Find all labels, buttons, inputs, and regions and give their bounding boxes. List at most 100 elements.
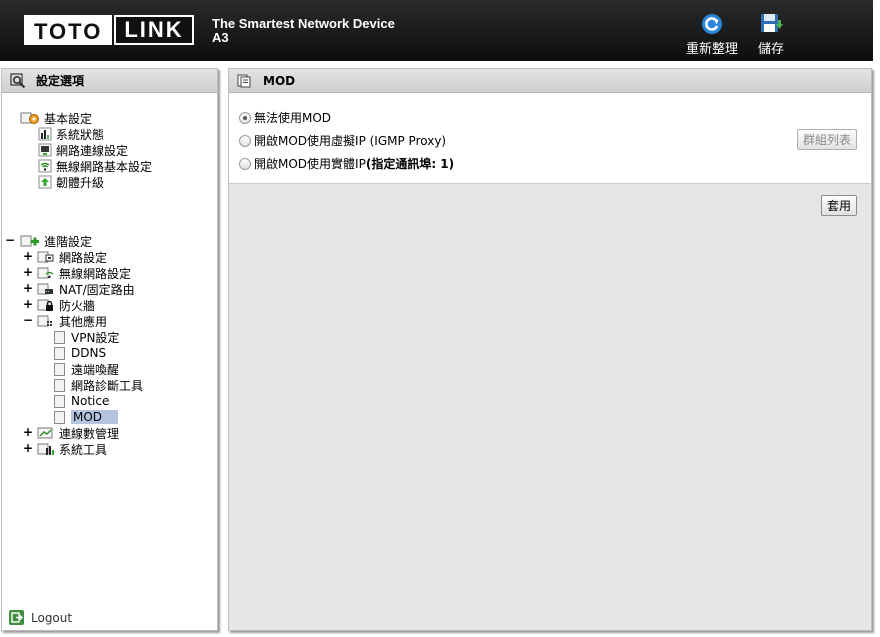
sidebar-item-firewall[interactable]: 防火牆 [37,297,95,313]
main-panel-header: MOD [229,69,871,93]
sidebar-item-label: 無線網路設定 [59,266,132,281]
logout-icon [9,610,24,625]
logout-button[interactable]: Logout [8,609,72,626]
page-title: MOD [263,73,296,88]
wifi-icon [38,159,52,173]
sidebar-item-network-connection[interactable]: 網路連線設定 [38,142,128,158]
tree-collapse-toggle[interactable]: − [23,313,33,327]
mod-igmp-proxy-label: 開啟MOD使用虛擬IP (IGMP Proxy) [254,134,447,148]
sidebar-item-mod[interactable]: MOD [54,409,119,425]
mod-real-ip-radio[interactable] [239,157,251,170]
top-header: TOTO LINK The Smartest Network Device A3… [0,0,873,61]
totolink-logo: TOTO LINK [24,15,194,45]
mod-disabled-label: 無法使用MOD [254,111,332,125]
logout-label: Logout [31,610,73,625]
sidebar-item-label: 網路設定 [59,250,108,265]
network-folder-icon [37,251,54,263]
lock-folder-icon [37,299,53,311]
sidebar-item-notice[interactable]: Notice [54,393,109,409]
sidebar-item-wireless-settings[interactable]: 無線網路設定 [37,265,131,281]
sidebar-item-label: 防火牆 [59,298,96,313]
bar-chart-icon [38,127,52,141]
sidebar-item-vpn[interactable]: VPN設定 [54,329,119,345]
model-name: A3 [212,30,229,45]
tagline-text: The Smartest Network Device [212,16,395,31]
sidebar-item-label: VPN設定 [71,330,120,345]
tree-expand-toggle[interactable]: + [23,265,33,279]
folder-add-icon [20,235,39,247]
sidebar-title: 設定選項 [36,74,85,88]
product-tagline: The Smartest Network Device A3 [212,17,395,45]
tree-group-basic[interactable]: 基本設定 [20,110,92,126]
mod-options-section: 無法使用MOD 開啟MOD使用虛擬IP (IGMP Proxy) 開啟MOD使用… [229,93,871,184]
folder-settings-icon [20,112,39,124]
sidebar-item-network-settings[interactable]: 網路設定 [37,249,107,265]
save-disk-icon [761,14,783,32]
mod-disabled-radio[interactable] [239,111,251,124]
mod-igmp-proxy-radio[interactable] [239,134,251,147]
tree-group-advanced-label: 進階設定 [44,234,93,249]
refresh-icon [702,14,722,34]
sidebar-item-label: Notice [71,394,110,408]
tree-expand-toggle[interactable]: + [23,281,33,295]
tree-group-advanced[interactable]: 進階設定 [20,233,92,249]
page-list-icon [237,74,251,87]
sidebar-item-network-diagnostics[interactable]: 網路診斷工具 [54,377,143,393]
logo-toto-text: TOTO [24,15,113,45]
page-icon [54,330,65,344]
tree-group-basic-label: 基本設定 [44,111,93,126]
tree-expand-toggle[interactable]: + [23,297,33,311]
save-label: 儲存 [758,42,785,57]
apps-folder-icon [37,315,52,327]
logo-link-text: LINK [114,15,194,45]
sidebar-item-connection-management[interactable]: 連線數管理 [37,425,119,441]
page-icon [54,362,65,376]
page-icon [54,394,65,408]
sidebar-item-label: 其他應用 [59,314,108,329]
group-list-button[interactable]: 群組列表 [797,129,858,150]
page-icon [54,346,65,360]
graph-folder-icon [37,427,53,439]
upgrade-icon [38,175,52,189]
sidebar-item-label-selected: MOD [71,410,119,424]
mod-option-igmp-proxy[interactable]: 開啟MOD使用虛擬IP (IGMP Proxy) [239,132,446,149]
sidebar-item-firmware-upgrade[interactable]: 韌體升級 [38,174,104,190]
sidebar-item-system-status[interactable]: 系統狀態 [38,126,104,142]
page-icon [54,378,65,392]
sidebar-item-other-apps[interactable]: 其他應用 [37,313,107,329]
sidebar-item-label: 遠端喚醒 [71,362,120,377]
main-panel: MOD 無法使用MOD 開啟MOD使用虛擬IP (IGMP Proxy) 開啟M… [228,68,872,631]
save-button[interactable]: 儲存 [758,12,784,57]
tree-expand-toggle[interactable]: + [23,249,33,263]
wireless-folder-icon [37,267,54,279]
tree-expand-toggle[interactable]: + [23,425,33,439]
sidebar-header: 設定選項 [2,69,217,93]
sidebar-item-wake-on-lan[interactable]: 遠端喚醒 [54,361,119,377]
reboot-button[interactable]: 重新整理 [686,12,738,57]
monitor-icon [38,143,52,157]
reboot-label: 重新整理 [686,42,739,57]
sidebar-item-label: 連線數管理 [59,426,120,441]
sidebar-item-label: DDNS [71,346,107,360]
mod-option-disabled[interactable]: 無法使用MOD [239,109,331,126]
sidebar-item-label: 系統狀態 [56,127,105,142]
magnifier-icon [10,72,26,88]
page-icon [54,410,65,424]
apply-button[interactable]: 套用 [821,195,858,216]
tree-collapse-toggle[interactable]: − [5,233,15,247]
settings-sidebar: 設定選項 基本設定 系統狀態 網路連線設定 無線網路基本設定 韌體升級 − 進階… [1,68,218,631]
sidebar-item-wireless-basic[interactable]: 無線網路基本設定 [38,158,152,174]
sidebar-item-label: 韌體升級 [56,175,105,190]
mod-option-real-ip[interactable]: 開啟MOD使用實體IP (指定通訊埠: 1) [239,155,454,172]
sidebar-item-label: NAT/固定路由 [59,282,135,297]
sidebar-item-label: 無線網路基本設定 [56,159,153,174]
sidebar-item-label: 網路連線設定 [56,143,129,158]
sidebar-item-ddns[interactable]: DDNS [54,345,106,361]
router-folder-icon [37,283,53,295]
mod-real-ip-label: 開啟MOD使用實體IP [254,157,366,171]
sidebar-item-system-tools[interactable]: 系統工具 [37,441,107,457]
sidebar-item-label: 系統工具 [59,442,108,457]
mod-real-ip-port-label: (指定通訊埠: 1) [365,157,455,171]
tree-expand-toggle[interactable]: + [23,441,33,455]
sidebar-item-nat-routing[interactable]: NAT/固定路由 [37,281,135,297]
